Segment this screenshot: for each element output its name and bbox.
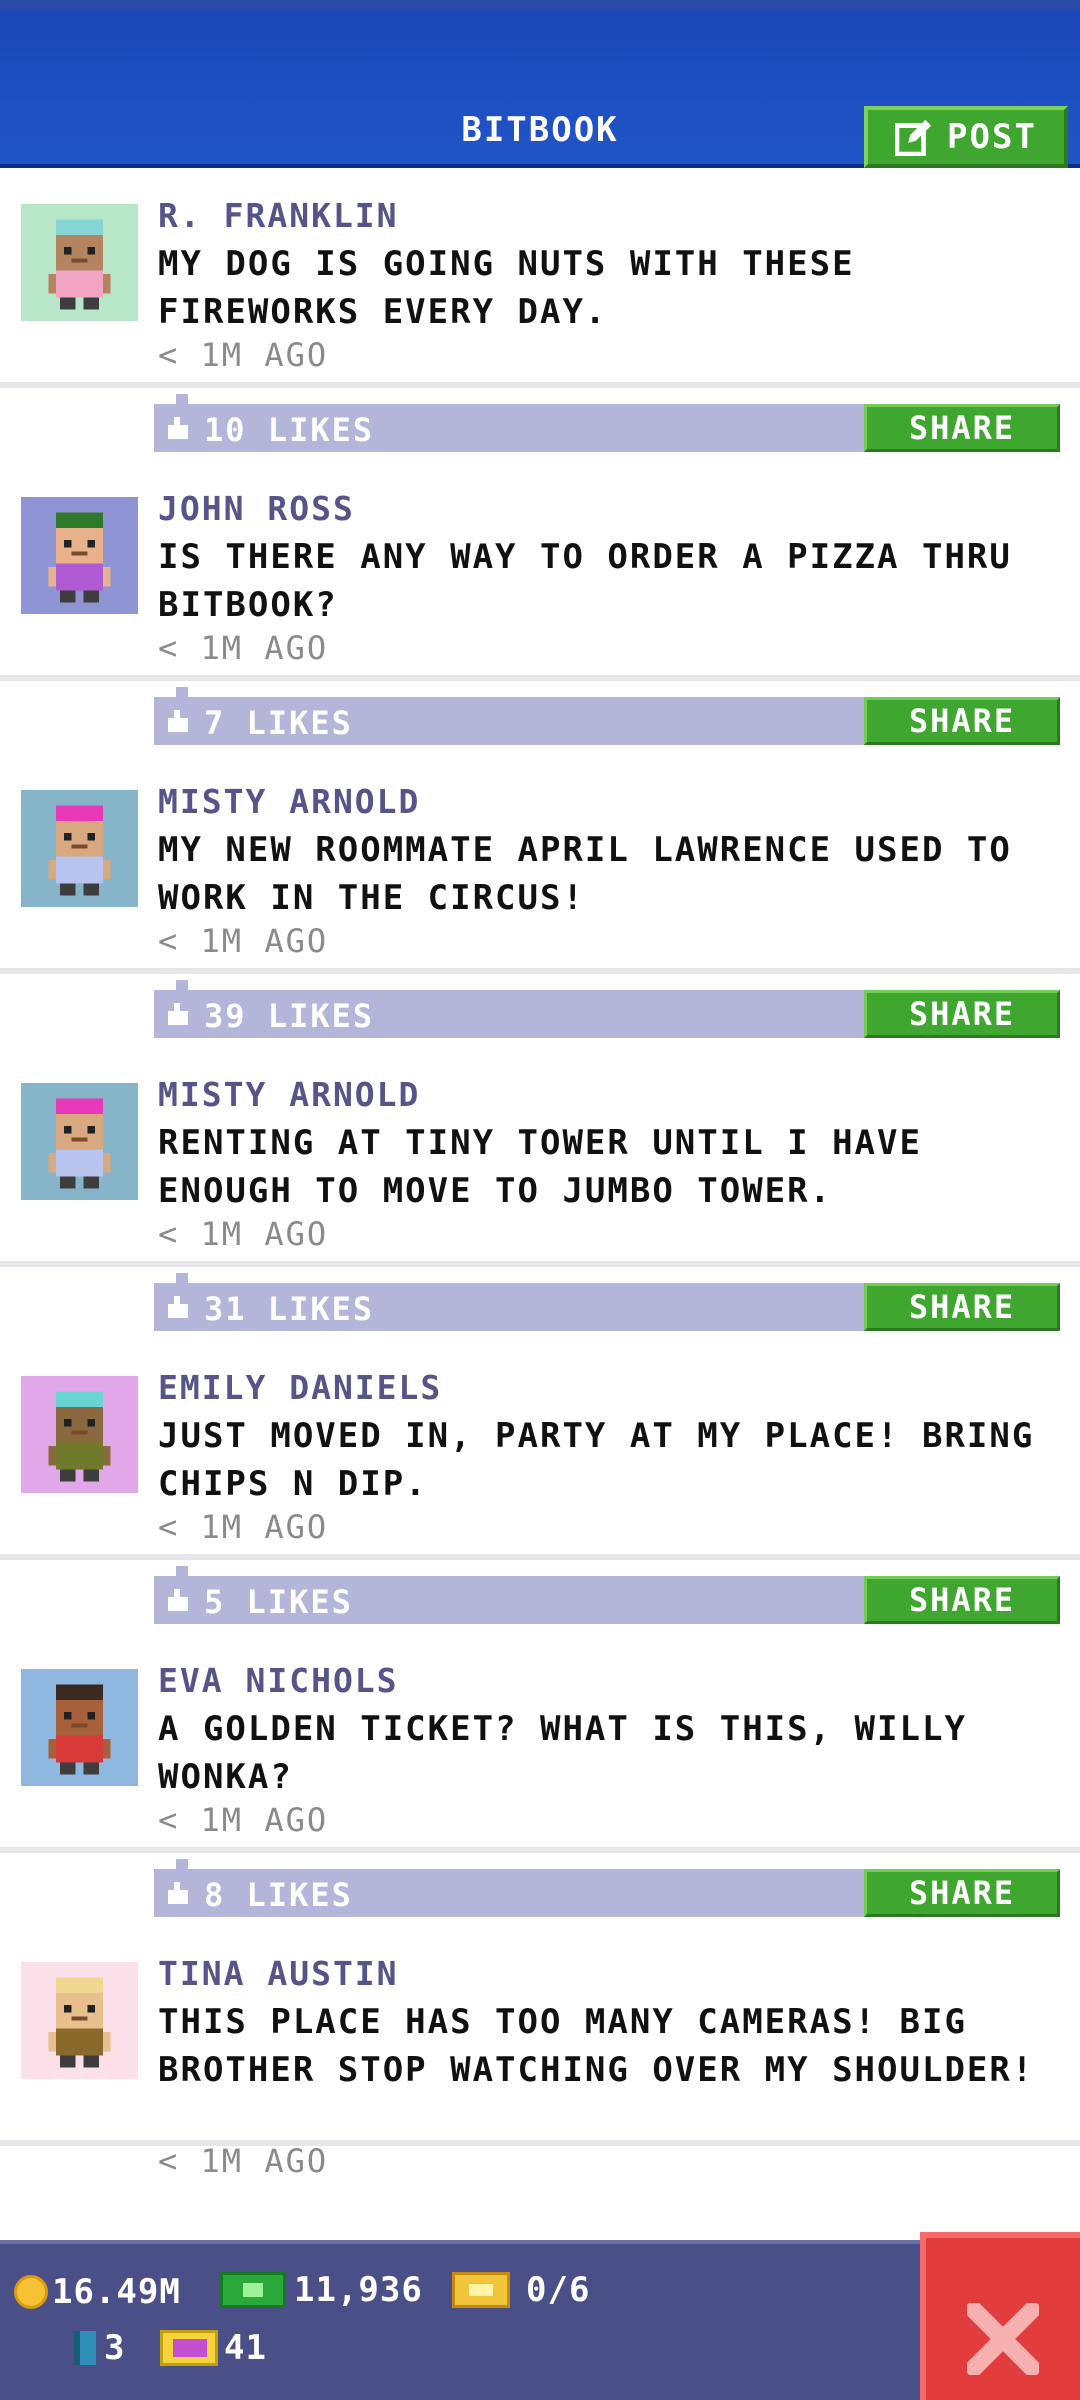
post-timestamp: < 1M AGO xyxy=(158,629,329,667)
post-message: MY NEW ROOMMATE APRIL LAWRENCE USED TO W… xyxy=(158,830,1012,918)
avatar[interactable] xyxy=(21,497,138,614)
post-timestamp: < 1M AGO xyxy=(158,1215,329,1253)
post-author[interactable]: JOHN ROSS xyxy=(158,489,355,528)
avatar[interactable] xyxy=(21,1669,138,1786)
post-message: A GOLDEN TICKET? WHAT IS THIS, WILLY WON… xyxy=(158,1709,967,1797)
post-button[interactable]: POST xyxy=(864,106,1068,168)
post-timestamp: < 1M AGO xyxy=(158,2142,329,2180)
close-button[interactable] xyxy=(920,2232,1080,2400)
post-author[interactable]: EMILY DANIELS xyxy=(158,1368,442,1407)
avatar[interactable] xyxy=(21,1962,138,2079)
post-timestamp: < 1M AGO xyxy=(158,922,329,960)
post-message: IS THERE ANY WAY TO ORDER A PIZZA THRU B… xyxy=(158,537,1012,625)
person-avatar-icon xyxy=(21,790,138,907)
post-message: RENTING AT TINY TOWER UNTIL I HAVE ENOUG… xyxy=(158,1123,922,1211)
person-avatar-icon xyxy=(21,204,138,321)
bux-counter: 41 xyxy=(160,2328,267,2368)
news-feed[interactable]: R. FRANKLIN MY DOG IS GOING NUTS WITH TH… xyxy=(0,172,1080,2242)
coins-counter: 16.49M xyxy=(14,2272,181,2312)
cash-counter: 11,936 xyxy=(220,2270,423,2310)
post-author[interactable]: MISTY ARNOLD xyxy=(158,1075,420,1114)
coin-icon xyxy=(14,2275,48,2309)
tickets-value: 0/6 xyxy=(526,2270,591,2310)
post-timestamp: < 1M AGO xyxy=(158,1801,329,1839)
ticket-icon xyxy=(452,2272,510,2308)
elevator-counter: 3 xyxy=(74,2328,125,2368)
post-message: JUST MOVED IN, PARTY AT MY PLACE! BRING … xyxy=(158,1416,1035,1504)
post-author[interactable]: R. FRANKLIN xyxy=(158,196,399,235)
coins-value: 16.49M xyxy=(52,2272,181,2312)
feed-post: MISTY ARNOLD RENTING AT TINY TOWER UNTIL… xyxy=(0,979,1080,1331)
feed-post: EVA NICHOLS A GOLDEN TICKET? WHAT IS THI… xyxy=(0,1565,1080,1917)
post-button-label: POST xyxy=(947,117,1037,157)
bux-value: 41 xyxy=(224,2328,267,2368)
bux-icon xyxy=(160,2330,218,2366)
elevator-value: 3 xyxy=(104,2328,126,2368)
close-icon xyxy=(967,2303,1039,2375)
post-message: MY DOG IS GOING NUTS WITH THESE FIREWORK… xyxy=(158,244,855,332)
feed-post: EMILY DANIELS JUST MOVED IN, PARTY AT MY… xyxy=(0,1272,1080,1624)
avatar[interactable] xyxy=(21,1376,138,1493)
post-timestamp: < 1M AGO xyxy=(158,1508,329,1546)
person-avatar-icon xyxy=(21,1669,138,1786)
post-timestamp: < 1M AGO xyxy=(158,336,329,374)
feed-post: TINA AUSTIN THIS PLACE HAS TOO MANY CAME… xyxy=(0,1858,1080,2180)
cash-value: 11,936 xyxy=(294,2270,423,2310)
edit-icon xyxy=(895,119,932,156)
status-bar: 16.49M 11,936 0/6 3 41 xyxy=(0,2240,1080,2400)
cash-icon xyxy=(220,2272,286,2308)
person-avatar-icon xyxy=(21,1083,138,1200)
app-header: BITBOOK POST xyxy=(0,0,1080,168)
post-message: THIS PLACE HAS TOO MANY CAMERAS! BIG BRO… xyxy=(158,2002,1035,2090)
feed-post: R. FRANKLIN MY DOG IS GOING NUTS WITH TH… xyxy=(0,172,1080,452)
avatar[interactable] xyxy=(21,790,138,907)
post-author[interactable]: TINA AUSTIN xyxy=(158,1954,399,1993)
avatar[interactable] xyxy=(21,1083,138,1200)
feed-post: MISTY ARNOLD MY NEW ROOMMATE APRIL LAWRE… xyxy=(0,686,1080,1038)
person-avatar-icon xyxy=(21,497,138,614)
elevator-icon xyxy=(74,2331,96,2365)
post-author[interactable]: MISTY ARNOLD xyxy=(158,782,420,821)
person-avatar-icon xyxy=(21,1962,138,2079)
tickets-counter: 0/6 xyxy=(452,2270,590,2310)
person-avatar-icon xyxy=(21,1376,138,1493)
avatar[interactable] xyxy=(21,204,138,321)
feed-post: JOHN ROSS IS THERE ANY WAY TO ORDER A PI… xyxy=(0,393,1080,745)
post-author[interactable]: EVA NICHOLS xyxy=(158,1661,399,1700)
